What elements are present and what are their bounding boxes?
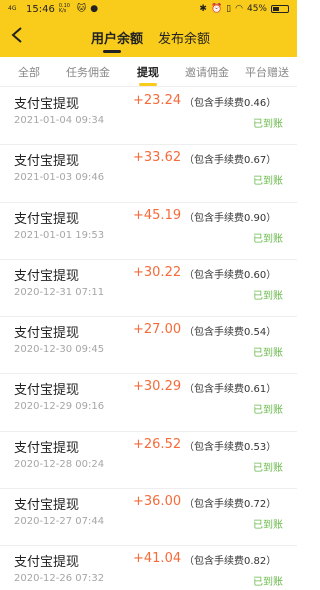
record-title: 支付宝提现 xyxy=(14,498,80,514)
subtab-task-commission[interactable]: 任务佣金 xyxy=(66,64,110,80)
status-badge: 已到账 xyxy=(253,462,283,474)
record-title: 支付宝提现 xyxy=(14,326,80,342)
network-speed: 0.10 K/s xyxy=(58,3,70,14)
list-item[interactable]: 支付宝提现 +30.29 （包含手续费0.61） 2020-12-29 09:1… xyxy=(0,374,297,432)
back-button[interactable] xyxy=(10,26,30,48)
battery-icon xyxy=(271,5,289,13)
status-badge: 已到账 xyxy=(253,233,283,245)
record-fee: （包含手续费0.60） xyxy=(184,269,277,281)
record-amount: +33.62 xyxy=(133,150,182,166)
tab-publish-balance[interactable]: 发布余额 xyxy=(158,28,210,47)
status-badge: 已到账 xyxy=(253,520,283,532)
record-fee: （包含手续费0.53） xyxy=(184,441,277,453)
record-amount: +45.19 xyxy=(133,207,182,223)
record-fee: （包含手续费0.82） xyxy=(184,556,277,568)
tab-user-balance[interactable]: 用户余额 xyxy=(91,28,143,47)
status-badge: 已到账 xyxy=(253,119,283,130)
record-fee: （包含手续费0.54） xyxy=(184,327,277,339)
list-item[interactable]: 支付宝提现 +33.62 （包含手续费0.67） 2021-01-03 09:4… xyxy=(0,145,297,203)
status-badge: 已到账 xyxy=(253,405,283,417)
list-item[interactable]: 支付宝提现 +26.52 （包含手续费0.53） 2020-12-28 00:2… xyxy=(0,432,297,490)
clock: 15:46 xyxy=(26,3,55,15)
record-amount: +27.00 xyxy=(133,322,182,338)
record-fee: （包含手续费0.90） xyxy=(184,212,277,224)
bluetooth-icon: ✱ xyxy=(199,4,207,14)
status-badge: 已到账 xyxy=(253,176,283,188)
record-title: 支付宝提现 xyxy=(14,383,80,399)
filter-tabs: 全部 任务佣金 提现 邀请佣金 平台赠送 xyxy=(0,57,297,87)
subtab-withdraw[interactable]: 提现 xyxy=(137,64,159,80)
record-title: 支付宝提现 xyxy=(14,555,80,571)
record-fee: （包含手续费0.72） xyxy=(184,499,277,511)
message-icon: ● xyxy=(90,4,99,14)
record-title: 支付宝提现 xyxy=(14,97,80,112)
cat-app-icon: 🐱 xyxy=(76,4,87,14)
active-subtab-indicator xyxy=(139,83,157,86)
list-item[interactable]: 支付宝提现 +30.22 （包含手续费0.60） 2020-12-31 07:1… xyxy=(0,260,297,318)
vibrate-icon: ▯ xyxy=(226,4,232,14)
status-badge: 已到账 xyxy=(253,348,283,360)
chevron-left-icon xyxy=(11,27,22,43)
record-amount: +41.04 xyxy=(133,551,182,567)
active-tab-indicator xyxy=(103,50,121,53)
status-bar: 4G 15:46 0.10 K/s 🐱 ● ✱ ⏰ ▯ ◠ 45% xyxy=(0,0,297,18)
subtab-invite-commission[interactable]: 邀请佣金 xyxy=(185,64,229,80)
record-title: 支付宝提现 xyxy=(14,154,80,170)
list-item[interactable]: 支付宝提现 +23.24 （包含手续费0.46） 2021-01-04 09:3… xyxy=(0,88,297,146)
status-badge: 已到账 xyxy=(253,577,283,589)
record-fee: （包含手续费0.61） xyxy=(184,384,277,396)
record-title: 支付宝提现 xyxy=(14,440,80,456)
battery-percent: 45% xyxy=(246,4,267,14)
nav-bar: 用户余额 发布余额 xyxy=(0,20,297,56)
record-amount: +36.00 xyxy=(133,494,182,510)
record-title: 支付宝提现 xyxy=(14,268,80,284)
status-badge: 已到账 xyxy=(253,290,283,302)
record-date: 2020-12-29 09:16 xyxy=(14,401,105,413)
wifi-icon: ◠ xyxy=(235,4,243,14)
record-date: 2021-01-01 19:53 xyxy=(14,229,105,241)
record-date: 2020-12-31 07:11 xyxy=(14,286,105,298)
record-date: 2020-12-28 00:24 xyxy=(14,458,105,470)
list-item[interactable]: 支付宝提现 +45.19 （包含手续费0.90） 2021-01-01 19:5… xyxy=(0,203,297,260)
record-amount: +26.52 xyxy=(133,436,182,452)
record-amount: +30.29 xyxy=(133,379,182,395)
subtab-platform-gift[interactable]: 平台赠送 xyxy=(245,64,289,80)
record-title: 支付宝提现 xyxy=(14,211,80,227)
record-amount: +23.24 xyxy=(133,93,182,108)
signal-indicator: 4G xyxy=(8,5,17,12)
withdraw-record-list: 支付宝提现 +23.24 （包含手续费0.46） 2021-01-04 09:3… xyxy=(0,88,297,590)
record-amount: +30.22 xyxy=(133,264,182,280)
record-fee: （包含手续费0.46） xyxy=(184,98,277,109)
alarm-icon: ⏰ xyxy=(210,4,223,14)
record-date: 2021-01-03 09:46 xyxy=(14,172,105,184)
list-item[interactable]: 支付宝提现 +41.04 （包含手续费0.82） 2020-12-26 07:3… xyxy=(0,546,297,590)
record-date: 2020-12-30 09:45 xyxy=(14,344,105,356)
subtab-all[interactable]: 全部 xyxy=(18,64,40,80)
record-date: 2020-12-27 07:44 xyxy=(14,516,105,528)
record-date: 2021-01-04 09:34 xyxy=(14,115,105,126)
record-fee: （包含手续费0.67） xyxy=(184,155,277,167)
list-item[interactable]: 支付宝提现 +27.00 （包含手续费0.54） 2020-12-30 09:4… xyxy=(0,317,297,375)
list-item[interactable]: 支付宝提现 +36.00 （包含手续费0.72） 2020-12-27 07:4… xyxy=(0,489,297,547)
record-date: 2020-12-26 07:32 xyxy=(14,573,105,585)
app-header: 4G 15:46 0.10 K/s 🐱 ● ✱ ⏰ ▯ ◠ 45% 用户余额 发… xyxy=(0,0,297,57)
